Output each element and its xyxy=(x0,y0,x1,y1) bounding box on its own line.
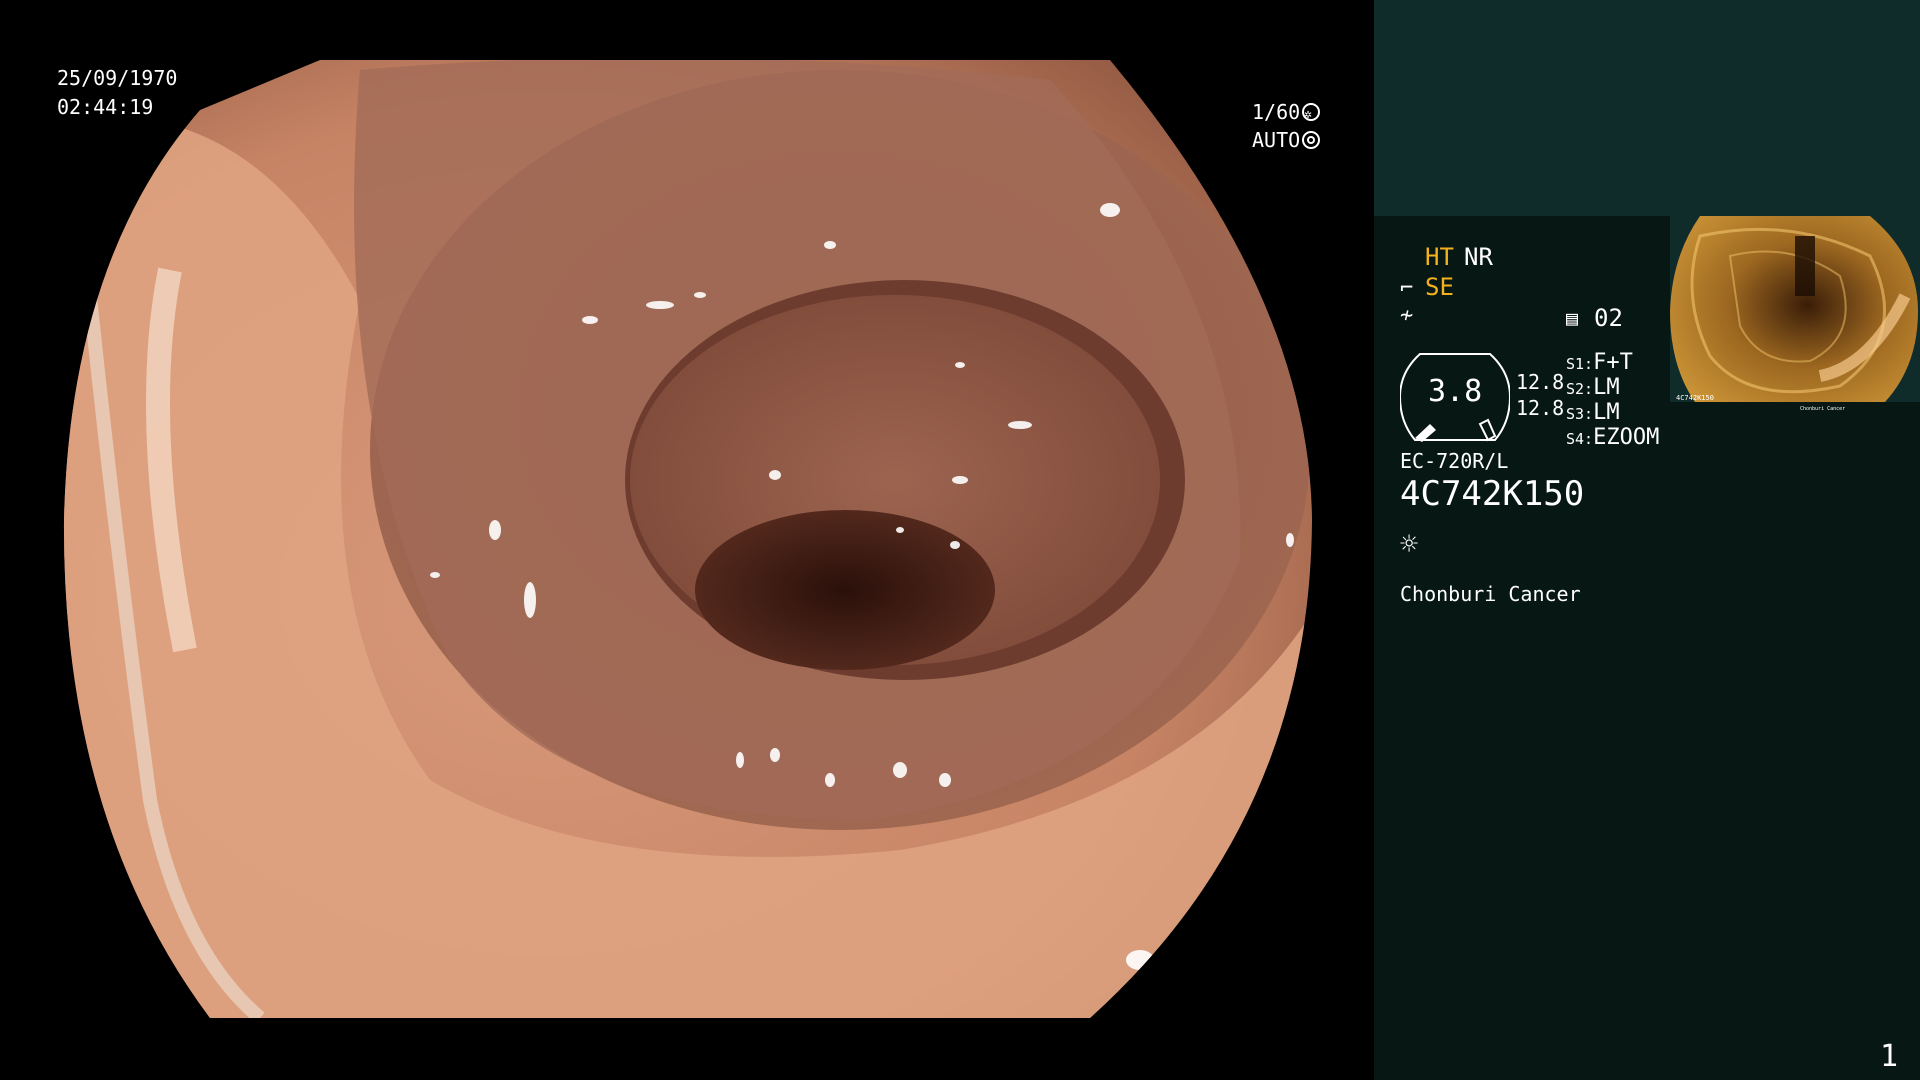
endoscope-view: 25/09/1970 02:44:19 1/60 AUTO xyxy=(0,0,1374,1080)
endoscope-image xyxy=(0,0,1374,1080)
shutter-icon xyxy=(1302,101,1321,129)
gauge-value: 3.8 xyxy=(1428,374,1483,409)
memory-label: 02 xyxy=(1594,304,1623,332)
thumbnail-serial-label: 4C742K150 xyxy=(1676,394,1714,402)
switch-item: S3:LM xyxy=(1566,400,1620,425)
brightness-gauge: 3.8 xyxy=(1398,352,1512,442)
gain-2-label: 12.8 xyxy=(1516,396,1565,420)
gain-1-label: 12.8 xyxy=(1516,370,1565,394)
light-icon: ☼ xyxy=(1400,527,1419,562)
serial-number-label: 4C742K150 xyxy=(1400,474,1585,514)
mode-nr-label: NR xyxy=(1464,243,1493,271)
scope-model-label: EC-720R/L xyxy=(1400,449,1509,473)
shutter-overlay: 1/60 AUTO xyxy=(1252,98,1321,154)
scope-icon: ⌐ xyxy=(1400,276,1414,301)
switch-item: S1:F+T xyxy=(1566,350,1633,375)
info-panel-header xyxy=(1374,0,1920,216)
curve-icon: ≁ xyxy=(1400,303,1414,328)
institution-label: Chonburi Cancer xyxy=(1400,582,1581,606)
thumbnail-institution-label: Chonburi Cancer xyxy=(1800,406,1846,412)
time-label: 02:44:19 xyxy=(57,95,154,119)
iris-mode-label: AUTO xyxy=(1252,128,1301,152)
iris-icon xyxy=(1302,131,1321,149)
memory-icon: ▤ xyxy=(1566,306,1579,330)
switch-item: S4:EZOOM xyxy=(1566,425,1660,450)
page-number: 1 xyxy=(1879,1039,1898,1074)
date-label: 25/09/1970 xyxy=(57,66,178,90)
mode-ht-label: HT xyxy=(1425,243,1454,271)
mode-se-label: SE xyxy=(1425,273,1454,301)
shutter-speed-label: 1/60 xyxy=(1252,100,1301,124)
switch-item: S2:LM xyxy=(1566,375,1620,400)
info-panel: HT NR ⌐ SE ≁ ▤ 02 3.8 12.8 12.8 S1:F+T S… xyxy=(1374,0,1920,1080)
date-time-overlay: 25/09/1970 02:44:19 xyxy=(57,64,177,122)
thumbnail-image[interactable]: 4C742K150 Chonburi Cancer xyxy=(1670,216,1920,414)
